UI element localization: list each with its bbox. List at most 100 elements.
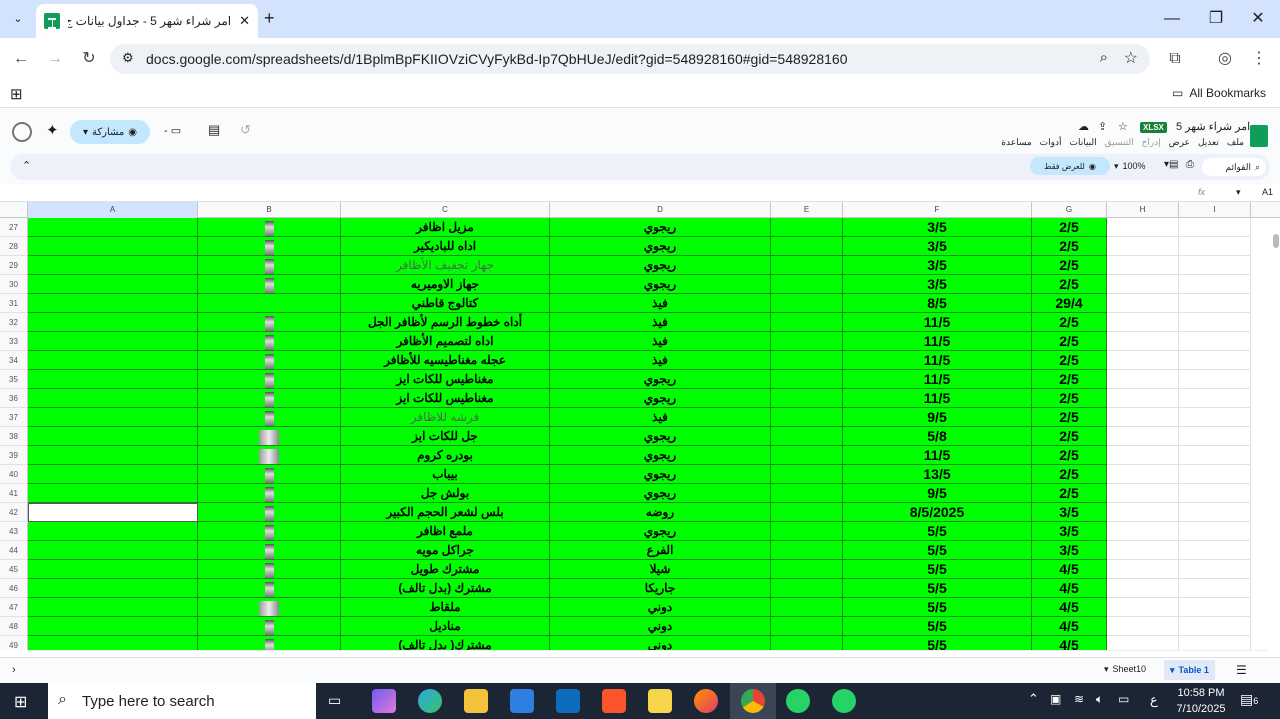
cell-e[interactable] <box>771 351 843 370</box>
sheet-tab-sheet10[interactable]: ▾ Sheet10 <box>1104 664 1146 675</box>
volume-icon[interactable]: 🔈︎ <box>1096 692 1103 707</box>
cell-b-image[interactable] <box>198 579 341 598</box>
cell-a[interactable] <box>28 465 198 484</box>
menu-format[interactable]: التنسيق <box>1105 137 1134 148</box>
cloud-icon[interactable]: ☁ <box>1078 120 1089 133</box>
cell-e[interactable] <box>771 636 843 650</box>
cell-b-image[interactable] <box>198 560 341 579</box>
cell-a[interactable] <box>28 275 198 294</box>
all-bookmarks[interactable]: ▭ All Bookmarks <box>1172 86 1266 100</box>
whatsapp-business-icon[interactable] <box>832 689 856 713</box>
cell-e[interactable] <box>771 598 843 617</box>
product-thumbnail[interactable] <box>264 391 274 407</box>
cell-a[interactable] <box>28 370 198 389</box>
paint-format-icon[interactable]: ▾▤ <box>1164 159 1178 170</box>
cell-item-name[interactable]: عجله مغناطيسيه للأظافر <box>341 351 550 370</box>
cell-date-f[interactable]: 3/5 <box>843 275 1032 294</box>
cell-h[interactable] <box>1107 275 1179 294</box>
cell-supplier[interactable]: ريجوي <box>550 256 771 275</box>
outlook-icon[interactable] <box>556 689 580 713</box>
cell-date-f[interactable]: 3/5 <box>843 256 1032 275</box>
row-number[interactable]: 47 <box>0 598 28 617</box>
cell-b-image[interactable] <box>198 408 341 427</box>
cell-b-image[interactable] <box>198 275 341 294</box>
windows-start-icon[interactable]: ⊞ <box>14 692 27 712</box>
cell-date-g[interactable]: 2/5 <box>1032 408 1107 427</box>
extensions-icon[interactable]: ⧉ <box>1164 48 1186 70</box>
clock[interactable]: 10:58 PM 7/10/2025 <box>1172 685 1230 717</box>
cell-date-f[interactable]: 5/5 <box>843 522 1032 541</box>
edge-icon[interactable] <box>418 689 442 713</box>
apps-icon[interactable]: ⊞ <box>10 85 23 103</box>
view-only-badge[interactable]: للعرض فقط ◉ <box>1030 157 1110 175</box>
row-number[interactable]: 45 <box>0 560 28 579</box>
product-thumbnail[interactable] <box>264 353 274 369</box>
cell-date-f[interactable]: 5/5 <box>843 560 1032 579</box>
close-window-icon[interactable]: ✕ <box>1244 6 1272 32</box>
product-thumbnail[interactable] <box>264 220 274 236</box>
cell-supplier[interactable]: فيذ <box>550 294 771 313</box>
cell-h[interactable] <box>1107 617 1179 636</box>
product-thumbnail[interactable] <box>264 239 274 255</box>
cell-b-image[interactable] <box>198 370 341 389</box>
row-number[interactable]: 29 <box>0 256 28 275</box>
restore-icon[interactable]: ❐ <box>1202 6 1230 32</box>
cell-b-image[interactable] <box>198 522 341 541</box>
cell-e[interactable] <box>771 617 843 636</box>
cell-i[interactable] <box>1179 465 1251 484</box>
share-button[interactable]: ▾ مشاركة ◉ <box>70 120 150 144</box>
cell-supplier[interactable]: دوني <box>550 598 771 617</box>
cell-date-f[interactable]: 11/5 <box>843 332 1032 351</box>
product-thumbnail[interactable] <box>264 258 274 274</box>
cell-b-image[interactable] <box>198 294 341 313</box>
cell-h[interactable] <box>1107 465 1179 484</box>
row-number[interactable]: 34 <box>0 351 28 370</box>
cell-item-name[interactable]: مناديل <box>341 617 550 636</box>
product-thumbnail[interactable] <box>264 581 274 597</box>
all-sheets-icon[interactable]: ☰ <box>1236 663 1247 677</box>
cell-a[interactable] <box>28 617 198 636</box>
whatsapp-icon[interactable] <box>786 689 810 713</box>
cell-h[interactable] <box>1107 598 1179 617</box>
cell-date-f[interactable]: 5/5 <box>843 541 1032 560</box>
cell-i[interactable] <box>1179 275 1251 294</box>
product-thumbnail[interactable] <box>264 543 274 559</box>
cell-date-g[interactable]: 3/5 <box>1032 503 1107 522</box>
cell-h[interactable] <box>1107 522 1179 541</box>
cell-b-image[interactable] <box>198 503 341 522</box>
cell-h[interactable] <box>1107 370 1179 389</box>
cell-e[interactable] <box>771 465 843 484</box>
cell-item-name[interactable]: جل للكات ايز <box>341 427 550 446</box>
product-thumbnail[interactable] <box>264 277 274 293</box>
sidebar-toggle-icon[interactable]: › <box>12 664 16 676</box>
cell-date-f[interactable]: 8/5 <box>843 294 1032 313</box>
cell-supplier[interactable]: دوني <box>550 617 771 636</box>
cell-i[interactable] <box>1179 313 1251 332</box>
cell-i[interactable] <box>1179 370 1251 389</box>
site-info-icon[interactable]: ⚙ <box>122 50 134 66</box>
cell-h[interactable] <box>1107 484 1179 503</box>
cell-supplier[interactable]: فيذ <box>550 332 771 351</box>
cell-a[interactable] <box>28 579 198 598</box>
cell-date-f[interactable]: 11/5 <box>843 313 1032 332</box>
menu-help[interactable]: مساعدة <box>1001 137 1031 148</box>
cell-date-g[interactable]: 4/5 <box>1032 560 1107 579</box>
url-bar[interactable]: ⚙ docs.google.com/spreadsheets/d/1BplmBp… <box>110 44 1150 74</box>
cell-date-g[interactable]: 3/5 <box>1032 522 1107 541</box>
row-number[interactable]: 38 <box>0 427 28 446</box>
wifi-icon[interactable]: ≋ <box>1074 692 1084 706</box>
col-header-b[interactable]: B <box>198 202 341 218</box>
col-header-i[interactable]: I <box>1179 202 1251 218</box>
cell-item-name[interactable]: جراكل مويه <box>341 541 550 560</box>
row-number[interactable]: 32 <box>0 313 28 332</box>
cell-date-f[interactable]: 11/5 <box>843 389 1032 408</box>
menu-tools[interactable]: أدوات <box>1040 137 1062 148</box>
cell-e[interactable] <box>771 408 843 427</box>
cell-b-image[interactable] <box>198 636 341 650</box>
cell-b-image[interactable] <box>198 351 341 370</box>
row-number[interactable]: 41 <box>0 484 28 503</box>
cell-h[interactable] <box>1107 218 1179 237</box>
cell-item-name[interactable]: جهاز الاوميريه <box>341 275 550 294</box>
firefox-icon[interactable] <box>694 689 718 713</box>
col-header-g[interactable]: G <box>1032 202 1107 218</box>
